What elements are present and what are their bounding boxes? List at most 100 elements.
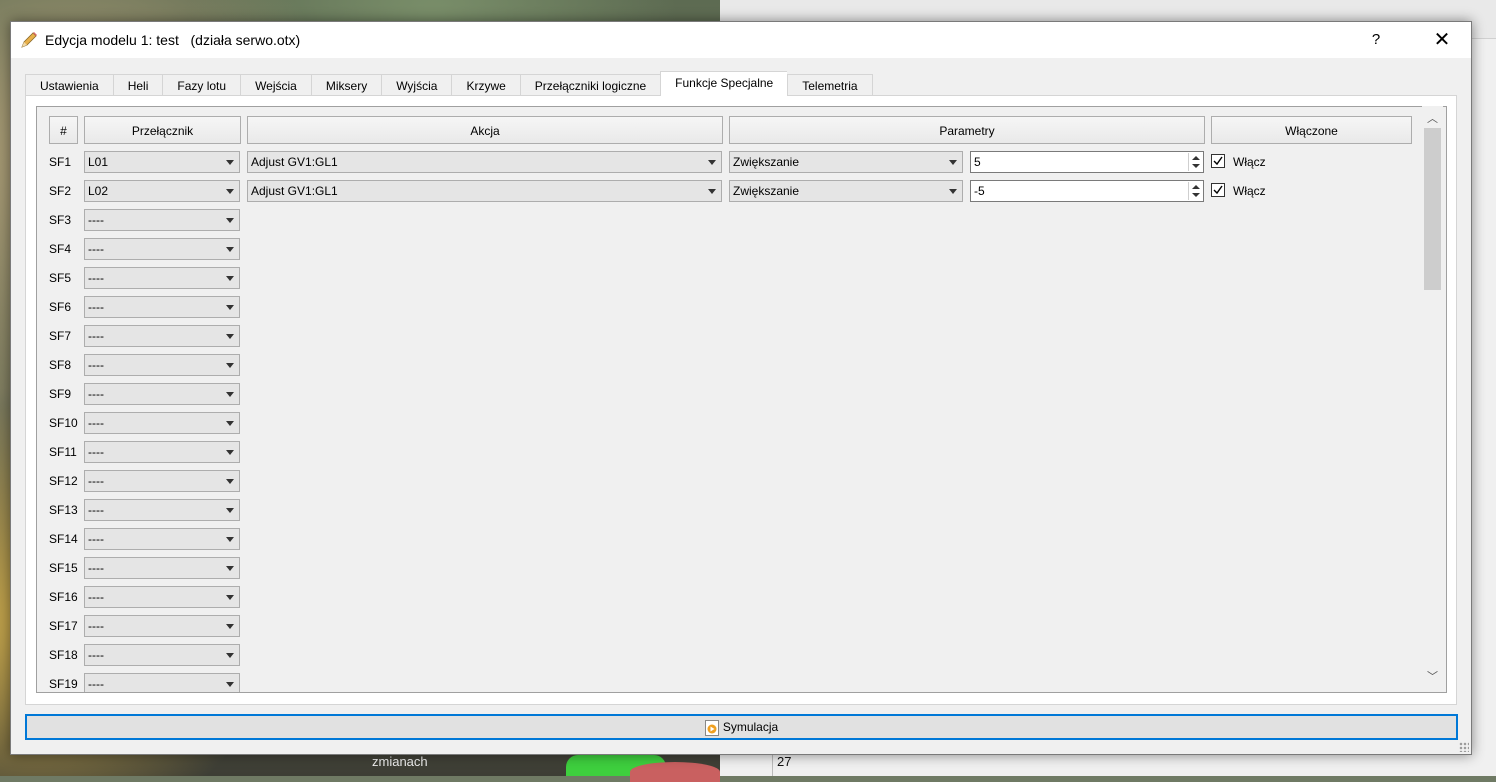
switch-select[interactable]: ---- xyxy=(84,528,240,550)
tab-heli[interactable]: Heli xyxy=(112,74,163,96)
row-id: SF8 xyxy=(49,358,72,372)
help-button[interactable]: ? xyxy=(1353,22,1399,58)
tab-fazy-lotu[interactable]: Fazy lotu xyxy=(162,74,241,96)
chevron-down-icon xyxy=(226,479,234,484)
model-edit-dialog: Edycja modelu 1: test (działa serwo.otx)… xyxy=(10,21,1472,755)
checkmark-icon xyxy=(1213,156,1223,166)
parameter-value: 5 xyxy=(974,155,981,169)
switch-value: ---- xyxy=(88,329,104,343)
row-id: SF13 xyxy=(49,503,78,517)
spin-up-icon[interactable] xyxy=(1192,156,1200,160)
parameter-mode-select[interactable]: Zwiększanie xyxy=(729,180,963,202)
switch-select[interactable]: ---- xyxy=(84,209,240,231)
close-button[interactable]: ✕ xyxy=(1413,22,1471,58)
chevron-down-icon xyxy=(949,160,957,165)
switch-value: ---- xyxy=(88,648,104,662)
chevron-down-icon xyxy=(226,595,234,600)
action-value: Adjust GV1:GL1 xyxy=(251,155,338,169)
chevron-down-icon xyxy=(226,421,234,426)
row-id: SF18 xyxy=(49,648,78,662)
row-id: SF9 xyxy=(49,387,72,401)
switch-select[interactable]: L02 xyxy=(84,180,240,202)
row-id: SF12 xyxy=(49,474,78,488)
background-caption: zmianach xyxy=(372,754,428,769)
row-id: SF4 xyxy=(49,242,72,256)
parameter-value-spinbox[interactable]: 5 xyxy=(970,151,1204,173)
title-bar[interactable]: Edycja modelu 1: test (działa serwo.otx)… xyxy=(11,22,1471,58)
resize-grip[interactable] xyxy=(1459,742,1469,752)
switch-select[interactable]: ---- xyxy=(84,586,240,608)
special-functions-table: # Przełącznik Akcja Parametry Włączone S… xyxy=(36,106,1447,693)
switch-value: ---- xyxy=(88,213,104,227)
spin-buttons[interactable] xyxy=(1188,182,1202,200)
switch-select[interactable]: ---- xyxy=(84,383,240,405)
chevron-down-icon xyxy=(226,247,234,252)
switch-select[interactable]: ---- xyxy=(84,644,240,666)
spin-down-icon[interactable] xyxy=(1192,193,1200,197)
action-select[interactable]: Adjust GV1:GL1 xyxy=(247,151,722,173)
switch-select[interactable]: ---- xyxy=(84,267,240,289)
enabled-checkbox[interactable] xyxy=(1211,154,1225,168)
switch-select[interactable]: ---- xyxy=(84,296,240,318)
switch-select[interactable]: ---- xyxy=(84,615,240,637)
enabled-label[interactable]: Włącz xyxy=(1233,184,1266,198)
switch-select[interactable]: ---- xyxy=(84,238,240,260)
switch-select[interactable]: ---- xyxy=(84,470,240,492)
parameter-mode-select[interactable]: Zwiększanie xyxy=(729,151,963,173)
switch-select[interactable]: L01 xyxy=(84,151,240,173)
enabled-label[interactable]: Włącz xyxy=(1233,155,1266,169)
spin-down-icon[interactable] xyxy=(1192,164,1200,168)
tab-telemetria[interactable]: Telemetria xyxy=(787,74,873,96)
switch-select[interactable]: ---- xyxy=(84,557,240,579)
switch-value: ---- xyxy=(88,387,104,401)
row-id: SF17 xyxy=(49,619,78,633)
tab-przełączniki-logiczne[interactable]: Przełączniki logiczne xyxy=(519,74,661,96)
chevron-down-icon xyxy=(226,334,234,339)
background-shape xyxy=(630,762,720,782)
switch-select[interactable]: ---- xyxy=(84,325,240,347)
switch-select[interactable]: ---- xyxy=(84,354,240,376)
switch-value: L01 xyxy=(88,155,109,169)
row-id: SF3 xyxy=(49,213,72,227)
chevron-down-icon xyxy=(708,189,716,194)
tab-funkcje-specjalne[interactable]: Funkcje Specjalne xyxy=(660,71,788,96)
chevron-down-icon xyxy=(226,305,234,310)
switch-value: ---- xyxy=(88,416,104,430)
switch-value: ---- xyxy=(88,677,104,691)
parameter-value-spinbox[interactable]: -5 xyxy=(970,180,1204,202)
spin-up-icon[interactable] xyxy=(1192,185,1200,189)
table-row: SF3 ---- xyxy=(37,209,1446,232)
window-title: Edycja modelu 1: test (działa serwo.otx) xyxy=(45,32,301,48)
chevron-down-icon xyxy=(226,218,234,223)
tab-wyjścia[interactable]: Wyjścia xyxy=(381,74,452,96)
tab-miksery[interactable]: Miksery xyxy=(310,74,382,96)
row-id: SF15 xyxy=(49,561,78,575)
row-id: SF5 xyxy=(49,271,72,285)
scroll-up-icon[interactable]: ︿ xyxy=(1427,110,1438,126)
parameter-mode-value: Zwiększanie xyxy=(733,155,800,169)
row-id: SF11 xyxy=(49,445,77,459)
switch-value: ---- xyxy=(88,445,104,459)
switch-value: ---- xyxy=(88,271,104,285)
switch-select[interactable]: ---- xyxy=(84,673,240,692)
tab-krzywe[interactable]: Krzywe xyxy=(451,74,520,96)
table-row: SF17 ---- xyxy=(37,615,1446,638)
spin-buttons[interactable] xyxy=(1188,153,1202,171)
scrollbar-thumb[interactable] xyxy=(1424,128,1441,290)
switch-select[interactable]: ---- xyxy=(84,441,240,463)
switch-select[interactable]: ---- xyxy=(84,499,240,521)
table-row: SF11 ---- xyxy=(37,441,1446,464)
row-id: SF7 xyxy=(49,329,72,343)
header-parameters: Parametry xyxy=(729,116,1205,144)
action-select[interactable]: Adjust GV1:GL1 xyxy=(247,180,722,202)
switch-select[interactable]: ---- xyxy=(84,412,240,434)
scroll-down-icon[interactable]: ﹀ xyxy=(1427,668,1438,684)
table-row: SF6 ---- xyxy=(37,296,1446,319)
enabled-checkbox[interactable] xyxy=(1211,183,1225,197)
header-switch: Przełącznik xyxy=(84,116,241,144)
header-number: # xyxy=(49,116,78,144)
simulate-button[interactable]: Symulacja xyxy=(25,714,1458,740)
tab-ustawienia[interactable]: Ustawienia xyxy=(25,74,113,96)
vertical-scrollbar[interactable]: ︿ ﹀ xyxy=(1422,106,1443,683)
tab-wejścia[interactable]: Wejścia xyxy=(240,74,311,96)
